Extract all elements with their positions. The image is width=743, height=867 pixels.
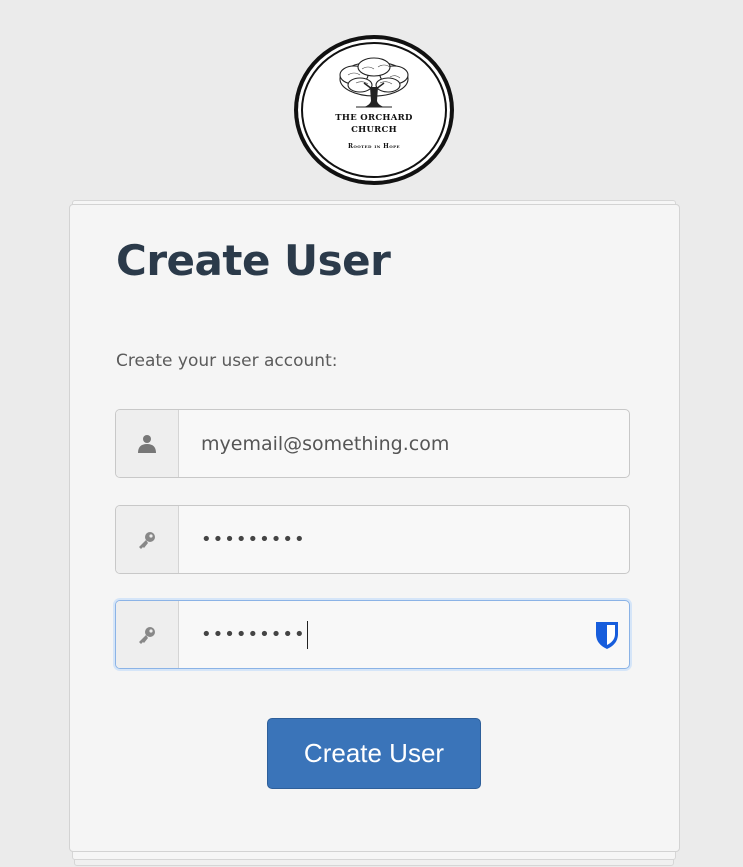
key-icon: [139, 531, 155, 549]
confirm-password-value: •••••••••: [201, 624, 306, 645]
email-addon: [116, 410, 179, 477]
page: THE ORCHARD CHURCH Rooted in Hope Create…: [0, 0, 743, 867]
confirm-password-field[interactable]: •••••••••: [115, 600, 630, 669]
form-subtitle: Create your user account:: [116, 351, 338, 371]
confirm-password-addon: [116, 601, 179, 668]
key-icon: [139, 626, 155, 644]
logo-line2: CHURCH: [351, 125, 397, 135]
email-input[interactable]: myemail@something.com: [179, 410, 629, 477]
create-user-button[interactable]: Create User: [267, 718, 481, 789]
tree-icon: [339, 57, 409, 108]
user-icon: [138, 434, 156, 453]
password-field[interactable]: •••••••••: [115, 505, 630, 574]
password-addon: [116, 506, 179, 573]
logo-tagline: Rooted in Hope: [348, 143, 400, 150]
text-caret: [306, 620, 308, 649]
church-logo: THE ORCHARD CHURCH Rooted in Hope: [294, 35, 454, 185]
logo-line1: THE ORCHARD: [335, 113, 413, 123]
confirm-password-input[interactable]: •••••••••: [179, 601, 585, 668]
password-input[interactable]: •••••••••: [179, 506, 629, 573]
page-title: Create User: [116, 236, 391, 285]
bitwarden-shield-icon: [596, 621, 618, 649]
password-value: •••••••••: [201, 529, 306, 550]
bitwarden-autofill-button[interactable]: [585, 601, 629, 668]
email-field[interactable]: myemail@something.com: [115, 409, 630, 478]
